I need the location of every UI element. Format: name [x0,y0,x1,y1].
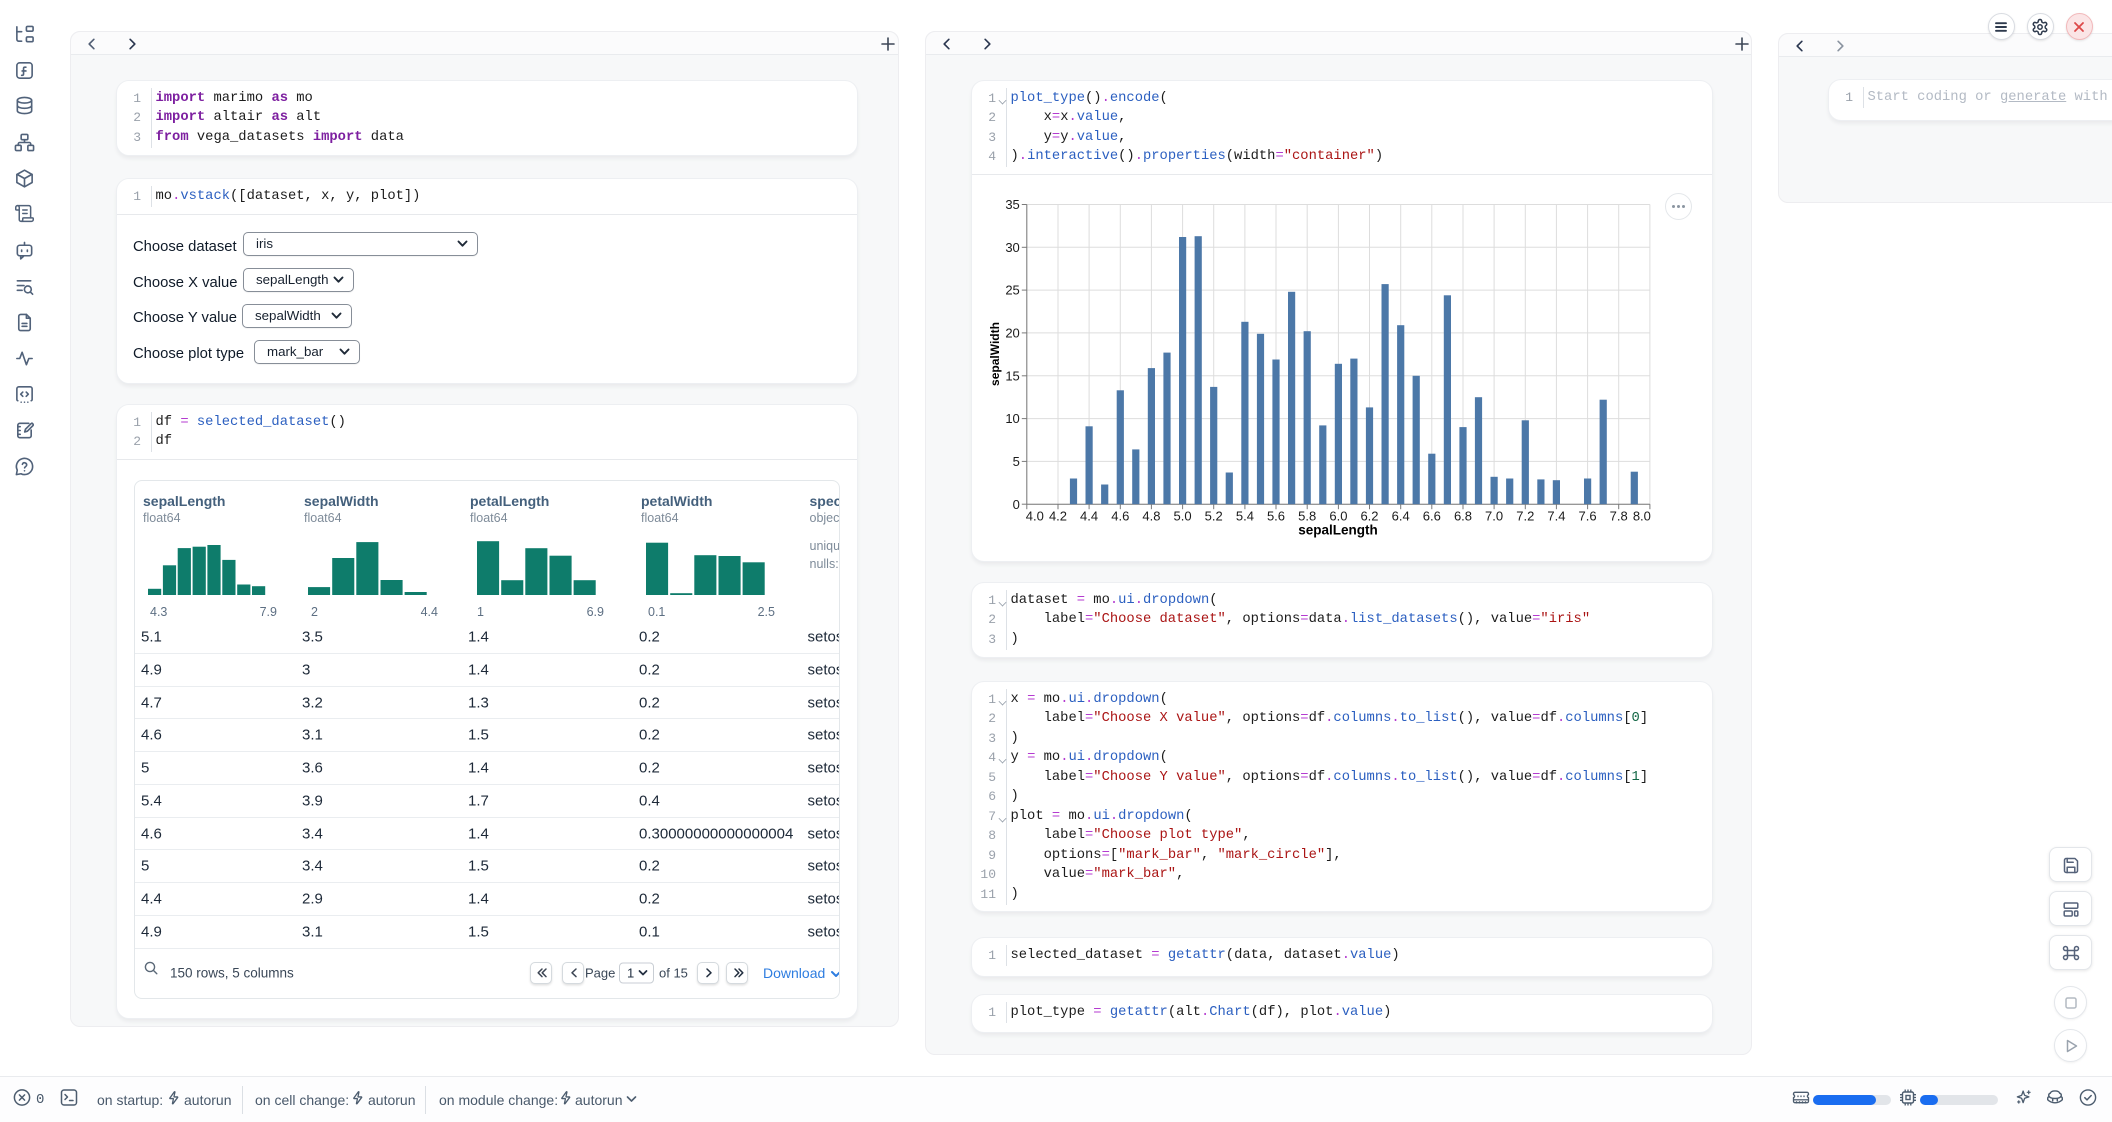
svg-text:6.8: 6.8 [1454,509,1472,524]
svg-text:sepalLength: sepalLength [1298,523,1378,538]
svg-text:6.0: 6.0 [1329,509,1347,524]
svg-text:6.6: 6.6 [1423,509,1441,524]
svg-text:35: 35 [1005,197,1019,212]
svg-text:7.4: 7.4 [1547,509,1565,524]
svg-text:5.6: 5.6 [1267,509,1285,524]
svg-text:7.8: 7.8 [1610,509,1628,524]
svg-text:5: 5 [1013,454,1020,469]
svg-text:10: 10 [1005,411,1019,426]
svg-text:7.6: 7.6 [1579,509,1597,524]
svg-text:6.4: 6.4 [1392,509,1410,524]
svg-text:sepalWidth: sepalWidth [988,322,1002,386]
svg-text:4.0: 4.0 [1026,509,1044,524]
svg-text:7.0: 7.0 [1485,509,1503,524]
svg-text:4.2: 4.2 [1049,509,1067,524]
svg-text:20: 20 [1005,326,1019,341]
svg-text:4.6: 4.6 [1111,509,1129,524]
svg-text:8.0: 8.0 [1633,509,1651,524]
svg-text:7.2: 7.2 [1516,509,1534,524]
svg-text:5.2: 5.2 [1205,509,1223,524]
svg-text:4.8: 4.8 [1142,509,1160,524]
svg-text:25: 25 [1005,283,1019,298]
svg-text:15: 15 [1005,368,1019,383]
svg-text:5.4: 5.4 [1236,509,1254,524]
svg-text:5.8: 5.8 [1298,509,1316,524]
svg-text:6.2: 6.2 [1360,509,1378,524]
svg-text:30: 30 [1005,240,1019,255]
svg-text:5.0: 5.0 [1174,509,1192,524]
svg-text:4.4: 4.4 [1080,509,1098,524]
svg-text:0: 0 [1013,497,1020,512]
